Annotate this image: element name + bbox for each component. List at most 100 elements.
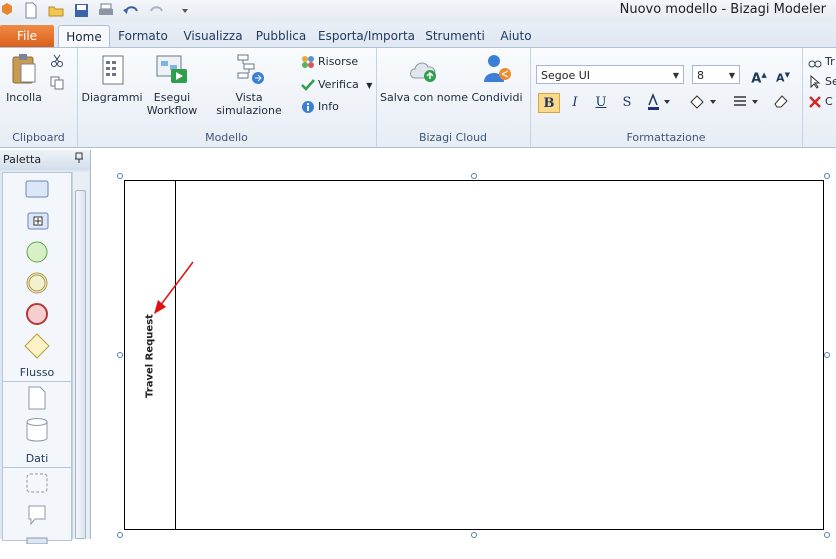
redo-icon[interactable] — [148, 2, 166, 19]
font-size-value: 8 — [697, 69, 704, 82]
resources-icon — [302, 56, 314, 68]
paste-icon — [12, 54, 36, 84]
formattazione-group: Segoe UI ▼ 8 ▼ A▲ A▼ B I U S Formattazio… — [530, 48, 803, 147]
cut-icon[interactable] — [50, 54, 64, 71]
data-store-shape[interactable] — [23, 416, 53, 442]
binoculars-icon — [808, 60, 822, 68]
paste-label: Incolla — [6, 91, 42, 104]
open-folder-icon[interactable] — [48, 2, 64, 19]
verifica-dropdown-icon[interactable]: ▼ — [366, 81, 372, 90]
tab-aiuto[interactable]: Aiuto — [494, 25, 538, 47]
task-shape[interactable] — [23, 177, 53, 203]
undo-icon[interactable] — [122, 2, 140, 19]
paste-button[interactable]: Incolla — [4, 52, 44, 104]
diagrams-icon — [102, 55, 124, 85]
bold-button[interactable]: B — [538, 93, 560, 113]
ribbon: Incolla Clipboard Diagrammi Esegui Workf… — [0, 47, 836, 148]
ribbon-tabs: File Home Formato Visualizza Pubblica Es… — [0, 22, 836, 48]
title-bar: Nuovo modello - Bizagi Modeler — [0, 0, 836, 22]
red-arrow-annotation — [154, 261, 194, 314]
partial-button-3[interactable]: C — [808, 93, 833, 111]
diagrammi-button[interactable]: Diagrammi — [81, 52, 143, 104]
palette-scrollbar[interactable] — [72, 172, 89, 539]
pin-icon[interactable] — [74, 151, 84, 171]
partial-group: Tr Se C — [804, 48, 836, 147]
save-icon[interactable] — [74, 2, 89, 19]
shrink-font-button[interactable]: A▼ — [772, 65, 794, 85]
pool-name[interactable]: Travel Request — [145, 314, 156, 398]
partial-button-1[interactable]: Tr — [808, 53, 835, 71]
dati-section-label: Dati — [25, 452, 49, 465]
selection-handle[interactable] — [117, 173, 123, 179]
modello-group: Diagrammi Esegui Workflow Vista simulazi… — [77, 48, 377, 147]
condividi-button[interactable]: Condividi — [470, 52, 524, 104]
risorse-button[interactable]: Risorse — [301, 53, 358, 71]
start-event-shape[interactable] — [23, 239, 53, 265]
print-icon[interactable] — [98, 2, 114, 19]
tab-esporta-importa[interactable]: Esporta/Importa — [318, 25, 415, 47]
selection-handle[interactable] — [117, 532, 123, 538]
annotation-shape[interactable] — [23, 503, 53, 529]
check-icon — [301, 79, 315, 91]
selection-handle[interactable] — [117, 352, 123, 358]
selection-handle[interactable] — [824, 352, 830, 358]
esegui-label-line2: Workflow — [146, 104, 198, 117]
customize-toolbar-icon[interactable] — [180, 2, 190, 19]
selection-handle[interactable] — [471, 532, 477, 538]
clipboard-group-label: Clipboard — [12, 131, 65, 144]
subprocess-shape[interactable] — [23, 209, 53, 235]
vista-simulazione-button[interactable]: Vista simulazione — [203, 52, 295, 117]
underline-button[interactable]: U — [590, 93, 612, 113]
flusso-section-label: Flusso — [19, 366, 55, 379]
end-event-shape[interactable] — [23, 301, 53, 327]
fill-color-button[interactable] — [686, 93, 722, 113]
diagrammi-label: Diagrammi — [81, 91, 143, 104]
copy-icon[interactable] — [50, 76, 64, 93]
esegui-workflow-button[interactable]: Esegui Workflow — [143, 52, 201, 117]
italic-button[interactable]: I — [564, 93, 586, 113]
font-color-button[interactable] — [644, 92, 674, 113]
palette-divider — [3, 381, 71, 382]
app-logo-icon — [0, 2, 14, 19]
info-button[interactable]: Info — [301, 98, 339, 116]
tab-pubblica[interactable]: Pubblica — [252, 25, 310, 47]
condividi-label: Condividi — [471, 91, 523, 104]
modello-group-label: Modello — [205, 131, 248, 144]
eraser-button[interactable] — [770, 93, 792, 113]
data-object-shape[interactable] — [23, 385, 53, 411]
partial-button-2[interactable]: Se — [808, 73, 836, 91]
delete-x-icon — [809, 96, 821, 108]
tab-visualizza[interactable]: Visualizza — [180, 25, 246, 47]
esegui-label-line1: Esegui — [153, 91, 191, 104]
palette-scrollbar-thumb[interactable] — [75, 190, 86, 539]
selection-handle[interactable] — [471, 173, 477, 179]
lane-shape[interactable] — [23, 533, 53, 559]
align-button[interactable] — [730, 93, 764, 113]
salva-con-nome-label: Salva con nome — [380, 91, 468, 104]
group-shape[interactable] — [23, 471, 53, 497]
diagram-canvas[interactable]: Travel Request — [94, 150, 836, 539]
grow-font-button[interactable]: A▲ — [748, 65, 770, 86]
tab-file[interactable]: File — [0, 25, 54, 47]
font-family-value: Segoe UI — [541, 69, 591, 82]
tab-formato[interactable]: Formato — [114, 25, 172, 47]
fill-bucket-icon — [690, 95, 716, 109]
salva-con-nome-button[interactable]: Salva con nome — [380, 52, 468, 104]
selection-handle[interactable] — [824, 532, 830, 538]
new-file-icon[interactable] — [24, 2, 38, 19]
strikethrough-button[interactable]: S — [616, 93, 638, 113]
font-size-select[interactable]: 8 ▼ — [692, 65, 740, 84]
palette-shapes: Flusso Dati — [2, 172, 72, 545]
intermediate-event-shape[interactable] — [23, 270, 53, 296]
tab-strumenti[interactable]: Strumenti — [422, 25, 488, 47]
gateway-shape[interactable] — [23, 332, 53, 359]
font-color-icon — [648, 92, 670, 110]
verifica-button[interactable]: Verifica ▼ — [301, 76, 372, 94]
selection-handle[interactable] — [824, 173, 830, 179]
tab-home[interactable]: Home — [58, 25, 110, 48]
risorse-label: Risorse — [318, 55, 359, 68]
pool[interactable]: Travel Request — [124, 180, 824, 530]
font-family-select[interactable]: Segoe UI ▼ — [536, 65, 684, 84]
bizagi-cloud-group-label: Bizagi Cloud — [418, 131, 488, 144]
pool-header[interactable]: Travel Request — [125, 181, 176, 529]
